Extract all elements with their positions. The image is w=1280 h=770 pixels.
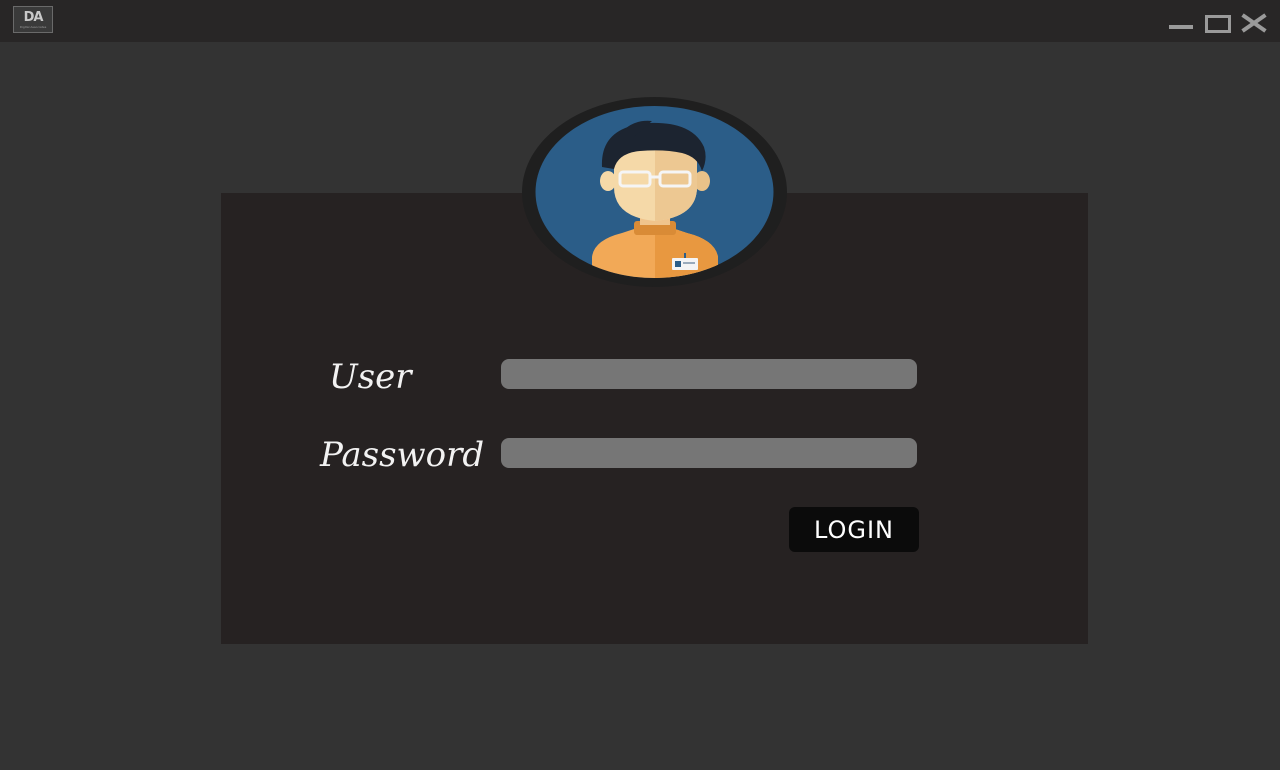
logo-subtext: Digital Associates <box>19 25 47 29</box>
title-bar: DA Digital Associates <box>0 0 1280 42</box>
password-input[interactable] <box>501 438 917 468</box>
minimize-button[interactable] <box>1167 10 1194 34</box>
maximize-button[interactable] <box>1203 10 1231 34</box>
user-avatar <box>522 97 787 287</box>
maximize-icon <box>1205 15 1231 33</box>
login-button[interactable]: LOGIN <box>789 507 919 552</box>
close-button[interactable] <box>1240 10 1268 34</box>
user-label: User <box>329 357 412 397</box>
user-avatar-icon <box>535 106 774 278</box>
password-label: Password <box>320 435 485 475</box>
user-input[interactable] <box>501 359 917 389</box>
app-logo: DA Digital Associates <box>13 6 53 33</box>
minimize-icon <box>1169 25 1193 29</box>
logo-text: DA <box>23 10 44 25</box>
